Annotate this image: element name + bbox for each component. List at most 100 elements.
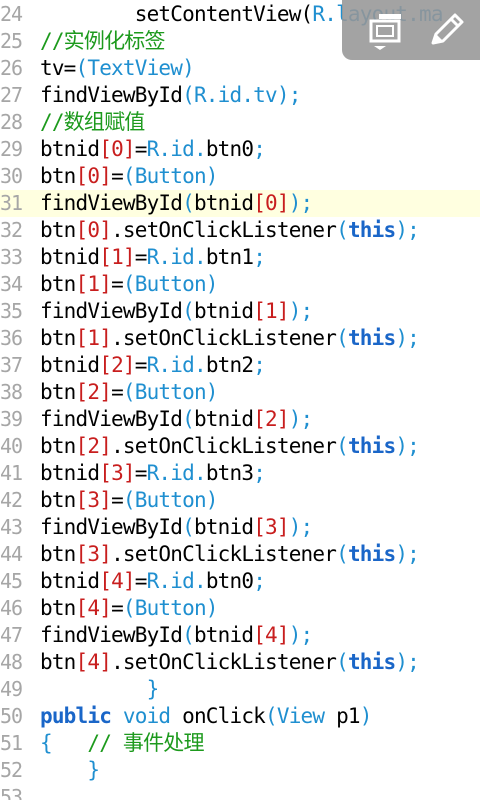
code-token: 3: [265, 515, 278, 539]
code-text: btn[2]=(Button): [40, 379, 218, 406]
code-line[interactable]: 42 btn[3]=(Button): [0, 487, 480, 514]
line-number: 43: [0, 515, 23, 539]
code-token: [: [253, 191, 266, 215]
code-text: }: [40, 757, 100, 784]
code-token: [: [253, 299, 266, 323]
code-line[interactable]: 44 btn[3].setOnClickListener(this);: [0, 541, 480, 568]
line-number: 30: [0, 164, 23, 188]
code-text: findViewById(btnid[2]);: [40, 406, 313, 433]
code-token: R.id.: [146, 245, 207, 269]
line-number: 38: [0, 380, 23, 404]
code-token: onClick: [170, 704, 266, 728]
code-token: }: [40, 758, 100, 782]
line-number: 47: [0, 623, 23, 647]
code-token: this: [347, 650, 396, 674]
code-token: //实例化标签: [40, 29, 165, 53]
code-line[interactable]: 52 }: [0, 757, 480, 784]
code-line[interactable]: 38 btn[2]=(Button): [0, 379, 480, 406]
line-number: 29: [0, 137, 23, 161]
code-token: }: [40, 677, 160, 701]
code-token: =: [111, 272, 124, 296]
code-line[interactable]: 33 btnid[1]=R.id.btn1;: [0, 244, 480, 271]
line-number: 42: [0, 488, 23, 512]
code-token: [: [99, 461, 112, 485]
code-token: [: [253, 407, 266, 431]
code-token: [: [99, 137, 112, 161]
code-token: 0: [111, 137, 124, 161]
code-token: ]: [276, 623, 290, 647]
code-token: );: [276, 83, 301, 107]
code-token: =: [111, 596, 124, 620]
code-token: );: [288, 191, 313, 215]
code-line[interactable]: 48 btn[4].setOnClickListener(this);: [0, 649, 480, 676]
code-token: );: [395, 542, 419, 566]
code-token: 2: [111, 353, 124, 377]
code-line[interactable]: 32 btn[0].setOnClickListener(this);: [0, 217, 480, 244]
code-token: =: [134, 461, 148, 485]
code-token: btn: [40, 434, 76, 458]
code-token: ]: [99, 434, 112, 458]
code-line[interactable]: 30 btn[0]=(Button): [0, 163, 480, 190]
code-line[interactable]: 49 }: [0, 676, 480, 703]
code-line[interactable]: 34 btn[1]=(Button): [0, 271, 480, 298]
code-token: btn: [40, 218, 76, 242]
code-token: btnid: [40, 245, 100, 269]
code-token: btn: [40, 272, 76, 296]
code-line[interactable]: 51 { // 事件处理: [0, 730, 480, 757]
code-token: ]: [99, 542, 112, 566]
code-token: ]: [99, 272, 112, 296]
code-text: //数组赋值: [40, 109, 145, 136]
line-number: 25: [0, 29, 23, 53]
code-token: 4: [87, 650, 100, 674]
code-line[interactable]: 45 btnid[4]=R.id.btn0;: [0, 568, 480, 595]
code-line[interactable]: 46 btn[4]=(Button): [0, 595, 480, 622]
code-line[interactable]: 37 btnid[2]=R.id.btn2;: [0, 352, 480, 379]
code-line[interactable]: 50 public void onClick(View p1): [0, 703, 480, 730]
code-line[interactable]: 28 //数组赋值: [0, 109, 480, 136]
code-token: );: [395, 650, 419, 674]
code-token: btn: [40, 596, 76, 620]
code-token: [: [75, 596, 89, 620]
code-token: 3: [111, 461, 124, 485]
code-token: btnid: [40, 137, 100, 161]
code-token: btnid: [40, 353, 100, 377]
code-token: ]: [99, 164, 112, 188]
code-line[interactable]: 27 findViewById(R.id.tv);: [0, 82, 480, 109]
code-line[interactable]: 43 findViewById(btnid[3]);: [0, 514, 480, 541]
line-number: 53: [0, 785, 23, 800]
code-line[interactable]: 31 findViewById(btnid[0]);: [0, 190, 480, 217]
code-line[interactable]: 47 findViewById(btnid[4]);: [0, 622, 480, 649]
code-line[interactable]: 53: [0, 784, 480, 800]
code-line[interactable]: 40 btn[2].setOnClickListener(this);: [0, 433, 480, 460]
code-line[interactable]: 36 btn[1].setOnClickListener(this);: [0, 325, 480, 352]
code-token: ]: [99, 596, 112, 620]
code-token: [: [75, 164, 89, 188]
code-token: [: [75, 488, 89, 512]
pencil-edit-icon[interactable]: [424, 8, 468, 52]
code-editor[interactable]: 24 setContentView(R.layout.ma25//实例化标签26…: [0, 0, 480, 800]
code-token: public: [40, 704, 112, 728]
code-token: [: [99, 353, 112, 377]
code-token: 1: [87, 272, 100, 296]
code-token: =: [111, 164, 124, 188]
code-token: ): [359, 704, 373, 728]
screen-switch-icon[interactable]: [364, 8, 408, 52]
code-token: btnid: [193, 191, 254, 215]
code-token: (: [336, 434, 349, 458]
code-line[interactable]: 29 btnid[0]=R.id.btn0;: [0, 136, 480, 163]
code-token: );: [395, 434, 419, 458]
code-token: ]: [99, 488, 112, 512]
code-token: =: [111, 380, 124, 404]
code-text: btn[4].setOnClickListener(this);: [40, 649, 420, 676]
code-token: [: [99, 569, 112, 593]
code-line[interactable]: 35 findViewById(btnid[1]);: [0, 298, 480, 325]
code-token: btnid: [193, 623, 254, 647]
code-token: =: [111, 488, 124, 512]
code-line[interactable]: 41 btnid[3]=R.id.btn3;: [0, 460, 480, 487]
code-token: ]: [276, 191, 290, 215]
code-line[interactable]: 39 findViewById(btnid[2]);: [0, 406, 480, 433]
code-token: ]: [276, 407, 290, 431]
code-token: 1: [87, 326, 100, 350]
code-token: .setOnClickListener: [111, 434, 337, 458]
